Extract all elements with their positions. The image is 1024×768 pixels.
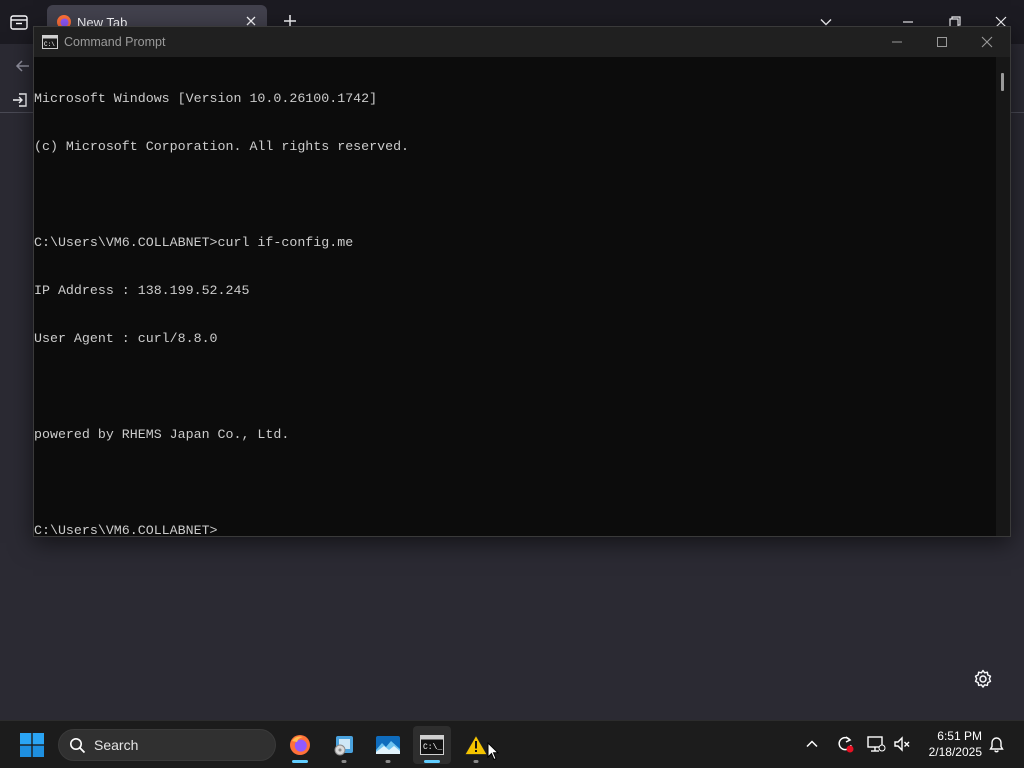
vertical-scrollbar[interactable]	[996, 57, 1010, 536]
console-line: Microsoft Windows [Version 10.0.26100.17…	[34, 91, 378, 106]
console-line: User Agent : curl/8.8.0	[34, 331, 218, 346]
sign-in-icon[interactable]	[11, 91, 29, 109]
tab-list-icon[interactable]	[9, 12, 29, 32]
taskbar: Search C:\_ 6:51 PM 2/18/2025	[0, 720, 1024, 768]
svg-text:C:\_: C:\_	[423, 743, 442, 752]
taskbar-search-box[interactable]: Search	[58, 729, 276, 761]
cmd-titlebar[interactable]: C:\ Command Prompt	[34, 27, 1010, 57]
maximize-icon[interactable]	[919, 27, 965, 57]
console-prompt-line[interactable]: C:\Users\VM6.COLLABNET>	[34, 523, 996, 538]
windows-logo-icon	[20, 733, 44, 757]
chevron-up-icon[interactable]	[804, 736, 820, 752]
network-icon[interactable]	[866, 734, 886, 754]
taskbar-app-installer[interactable]	[325, 726, 363, 764]
firefox-icon	[290, 735, 310, 755]
clock-date: 2/18/2025	[928, 745, 982, 759]
search-icon	[69, 737, 86, 754]
taskbar-app-landscape[interactable]	[369, 726, 407, 764]
volume-muted-icon[interactable]	[892, 734, 912, 754]
console-line: IP Address : 138.199.52.245	[34, 283, 250, 298]
console-line: (c) Microsoft Corporation. All rights re…	[34, 139, 410, 154]
landscape-icon	[376, 736, 400, 754]
command-prompt-window[interactable]: C:\ Command Prompt Microsoft Windows [Ve…	[33, 26, 1011, 538]
console-line: powered by RHEMS Japan Co., Ltd.	[34, 427, 290, 442]
sync-icon[interactable]	[835, 734, 855, 754]
gear-icon[interactable]	[972, 668, 994, 690]
window-title: Command Prompt	[64, 35, 166, 49]
terminal-icon: C:\_	[420, 735, 444, 755]
console-output[interactable]: Microsoft Windows [Version 10.0.26100.17…	[34, 57, 996, 538]
active-indicator	[424, 760, 440, 763]
installer-icon	[334, 736, 353, 756]
open-indicator	[385, 760, 391, 763]
svg-text:C:\: C:\	[44, 41, 55, 48]
taskbar-clock[interactable]: 6:51 PM 2/18/2025	[918, 728, 982, 760]
taskbar-app-firefox[interactable]	[281, 726, 319, 764]
warning-icon	[464, 734, 488, 755]
close-icon[interactable]	[964, 27, 1010, 57]
start-button[interactable]	[14, 729, 50, 761]
minimize-icon[interactable]	[874, 27, 920, 57]
back-arrow-icon[interactable]	[13, 56, 33, 76]
open-indicator	[341, 760, 347, 763]
running-indicator	[292, 760, 308, 763]
console-line: C:\Users\VM6.COLLABNET>curl if-config.me	[34, 235, 354, 250]
open-indicator	[473, 760, 479, 763]
bell-icon[interactable]	[988, 736, 1005, 753]
clock-time: 6:51 PM	[937, 729, 982, 743]
search-label: Search	[94, 737, 139, 753]
taskbar-app-command-prompt[interactable]: C:\_	[413, 726, 451, 764]
cmd-app-icon: C:\	[42, 35, 58, 49]
mouse-cursor-icon	[487, 742, 499, 761]
scrollbar-thumb[interactable]	[1001, 73, 1004, 91]
